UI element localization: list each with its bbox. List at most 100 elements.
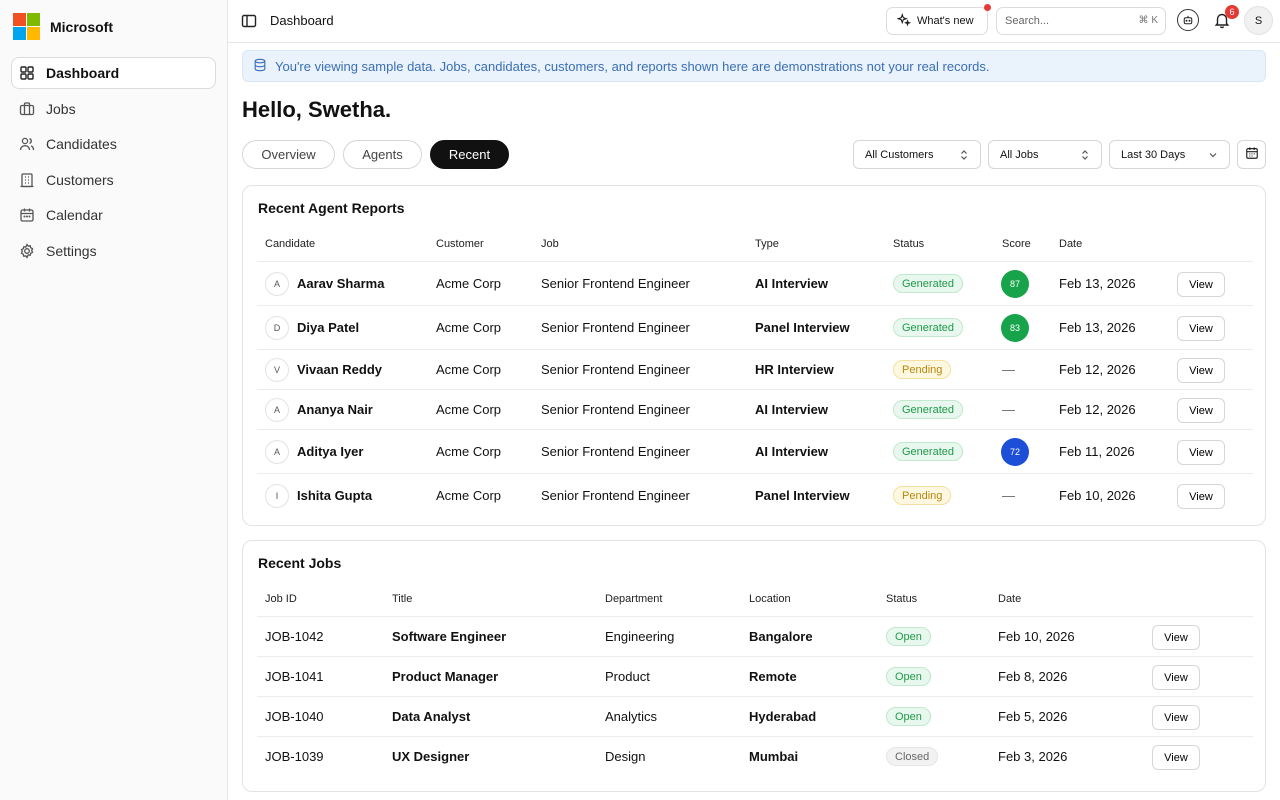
sidebar-item-label: Customers [46, 171, 114, 188]
customer-cell: Acme Corp [436, 362, 502, 377]
department-cell: Product [605, 669, 650, 684]
candidate-initial: A [265, 398, 289, 422]
type-cell: Panel Interview [755, 488, 850, 503]
score-badge: 72 [1001, 438, 1029, 466]
job-cell: Senior Frontend Engineer [541, 444, 690, 459]
customer-cell: Acme Corp [436, 444, 502, 459]
table-row[interactable]: JOB-1041 Product Manager Product Remote … [257, 657, 1253, 697]
candidate-name[interactable]: Vivaan Reddy [297, 362, 382, 377]
location-cell: Hyderabad [749, 709, 817, 724]
status-badge: Open [886, 707, 931, 726]
tab-recent[interactable]: Recent [430, 140, 509, 169]
users-icon [19, 136, 35, 152]
candidate-name[interactable]: Ishita Gupta [297, 488, 372, 503]
score-empty: — [1002, 402, 1015, 417]
status-badge: Closed [886, 747, 939, 766]
chevron-down-icon [1207, 149, 1219, 161]
job-title-cell[interactable]: Software Engineer [392, 629, 506, 644]
table-row[interactable]: I Ishita Gupta Acme Corp Senior Frontend… [257, 474, 1253, 518]
table-row[interactable]: JOB-1040 Data Analyst Analytics Hyderaba… [257, 697, 1253, 737]
column-header: Status [886, 593, 918, 605]
search-placeholder: Search... [1005, 15, 1050, 27]
table-row[interactable]: JOB-1039 UX Designer Design Mumbai Close… [257, 737, 1253, 777]
tab-agents[interactable]: Agents [343, 140, 422, 169]
view-button[interactable]: View [1177, 358, 1225, 383]
building-icon [19, 172, 35, 188]
card-title: Recent Jobs [258, 555, 342, 571]
microsoft-logo-icon [13, 13, 40, 40]
table-row[interactable]: JOB-1042 Software Engineer Engineering B… [257, 617, 1253, 657]
status-badge: Open [886, 627, 931, 646]
avatar[interactable]: S [1244, 6, 1273, 35]
location-cell: Mumbai [749, 749, 799, 764]
brand[interactable]: Microsoft [13, 13, 113, 40]
job-id-cell: JOB-1039 [265, 749, 324, 764]
whats-new-button[interactable]: What's new [886, 4, 991, 35]
table-row[interactable]: D Diya Patel Acme Corp Senior Frontend E… [257, 306, 1253, 350]
column-header: Type [755, 238, 779, 250]
sidebar-item-settings[interactable]: Settings [11, 235, 216, 267]
sidebar: Microsoft Dashboard Jobs Candidates Cust… [0, 0, 228, 800]
topbar: Dashboard What's new Search... ⌘ K 6 S [228, 0, 1280, 43]
job-filter-select[interactable]: All Jobs [988, 140, 1102, 169]
candidate-name[interactable]: Diya Patel [297, 320, 359, 335]
table-header: Job ID Title Department Location Status … [257, 593, 1253, 613]
calendar-icon [19, 207, 35, 223]
customer-filter-select[interactable]: All Customers [853, 140, 981, 169]
candidate-initial: A [265, 272, 289, 296]
candidate-initial: V [265, 358, 289, 382]
tab-overview[interactable]: Overview [242, 140, 335, 169]
card-title: Recent Agent Reports [258, 200, 405, 216]
job-title-cell[interactable]: Product Manager [392, 669, 498, 684]
status-badge: Pending [893, 486, 952, 505]
sidebar-toggle-icon[interactable] [241, 13, 257, 29]
view-button[interactable]: View [1152, 625, 1200, 650]
sidebar-nav: Dashboard Jobs Candidates Customers Cale… [11, 57, 216, 270]
table-row[interactable]: A Aditya Iyer Acme Corp Senior Frontend … [257, 430, 1253, 474]
date-cell: Feb 11, 2026 [1059, 444, 1135, 459]
type-cell: HR Interview [755, 362, 834, 377]
dashboard-tabs: Overview Agents Recent [242, 140, 509, 169]
column-header: Location [749, 593, 791, 605]
candidate-name[interactable]: Aarav Sharma [297, 276, 384, 291]
search-input[interactable]: Search... ⌘ K [996, 7, 1166, 35]
table-row[interactable]: V Vivaan Reddy Acme Corp Senior Frontend… [257, 350, 1253, 390]
view-button[interactable]: View [1177, 316, 1225, 341]
search-shortcut: ⌘ K [1138, 15, 1158, 26]
view-button[interactable]: View [1177, 440, 1225, 465]
view-button[interactable]: View [1152, 705, 1200, 730]
view-button[interactable]: View [1152, 665, 1200, 690]
sidebar-item-calendar[interactable]: Calendar [11, 199, 216, 231]
assistant-bot-icon[interactable] [1177, 9, 1199, 31]
view-button[interactable]: View [1152, 745, 1200, 770]
score-badge: 87 [1001, 270, 1029, 298]
job-title-cell[interactable]: Data Analyst [392, 709, 470, 724]
date-picker-button[interactable] [1237, 140, 1266, 169]
sidebar-item-dashboard[interactable]: Dashboard [11, 57, 216, 89]
job-cell: Senior Frontend Engineer [541, 320, 690, 335]
date-range-select[interactable]: Last 30 Days [1109, 140, 1230, 169]
view-button[interactable]: View [1177, 484, 1225, 509]
calendar-icon [1245, 146, 1259, 163]
candidate-name[interactable]: Ananya Nair [297, 402, 373, 417]
chevron-up-down-icon [958, 149, 970, 161]
briefcase-icon [19, 101, 35, 117]
brand-name: Microsoft [50, 18, 113, 35]
status-badge: Generated [893, 318, 963, 337]
table-header: Candidate Customer Job Type Status Score… [257, 238, 1253, 258]
sidebar-item-customers[interactable]: Customers [11, 164, 216, 196]
sidebar-item-jobs[interactable]: Jobs [11, 93, 216, 125]
customer-cell: Acme Corp [436, 276, 502, 291]
gear-icon [19, 242, 35, 259]
table-row[interactable]: A Ananya Nair Acme Corp Senior Frontend … [257, 390, 1253, 430]
date-cell: Feb 12, 2026 [1059, 362, 1136, 377]
view-button[interactable]: View [1177, 272, 1225, 297]
candidate-name[interactable]: Aditya Iyer [297, 444, 363, 459]
table-row[interactable]: A Aarav Sharma Acme Corp Senior Frontend… [257, 262, 1253, 306]
column-header: Job [541, 238, 559, 250]
sidebar-item-candidates[interactable]: Candidates [11, 128, 216, 160]
job-title-cell[interactable]: UX Designer [392, 749, 469, 764]
score-badge: 83 [1001, 314, 1029, 342]
view-button[interactable]: View [1177, 398, 1225, 423]
notification-badge: 6 [1225, 5, 1239, 19]
